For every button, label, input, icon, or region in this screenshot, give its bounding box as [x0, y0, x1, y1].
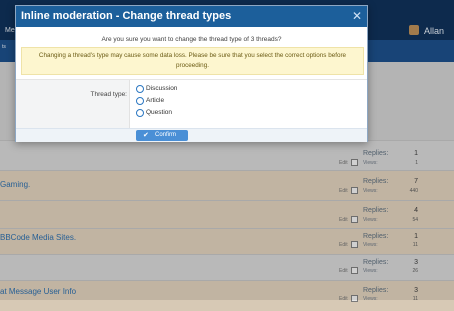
change-thread-type-dialog: Inline moderation - Change thread types … [15, 5, 368, 142]
dialog-header: Inline moderation - Change thread types … [16, 6, 367, 27]
check-icon: ✔ [143, 132, 149, 139]
radio-discussion[interactable] [136, 85, 144, 93]
close-icon[interactable]: ✕ [350, 8, 364, 24]
radio-label-discussion[interactable]: Discussion [146, 85, 177, 92]
radio-label-question[interactable]: Question [146, 109, 172, 116]
radio-article[interactable] [136, 97, 144, 105]
confirm-button[interactable]: ✔ Confirm [136, 130, 188, 141]
warning-notice: Changing a thread's type may cause some … [21, 47, 364, 75]
confirmation-question: Are you sure you want to change the thre… [101, 36, 282, 43]
radio-label-article[interactable]: Article [146, 97, 164, 104]
dialog-title: Inline moderation - Change thread types [21, 10, 232, 22]
confirm-label: Confirm [155, 132, 177, 138]
radio-question[interactable] [136, 109, 144, 117]
form-label-column: Thread type: [16, 80, 130, 128]
dialog-footer: ✔ Confirm [16, 128, 367, 142]
thread-type-label: Thread type: [90, 91, 128, 98]
warning-line-1: Changing a thread's type may cause some … [38, 52, 347, 59]
warning-line-2: proceeding. [176, 62, 209, 69]
warning-text: Changing a thread's type may cause some … [22, 51, 363, 71]
